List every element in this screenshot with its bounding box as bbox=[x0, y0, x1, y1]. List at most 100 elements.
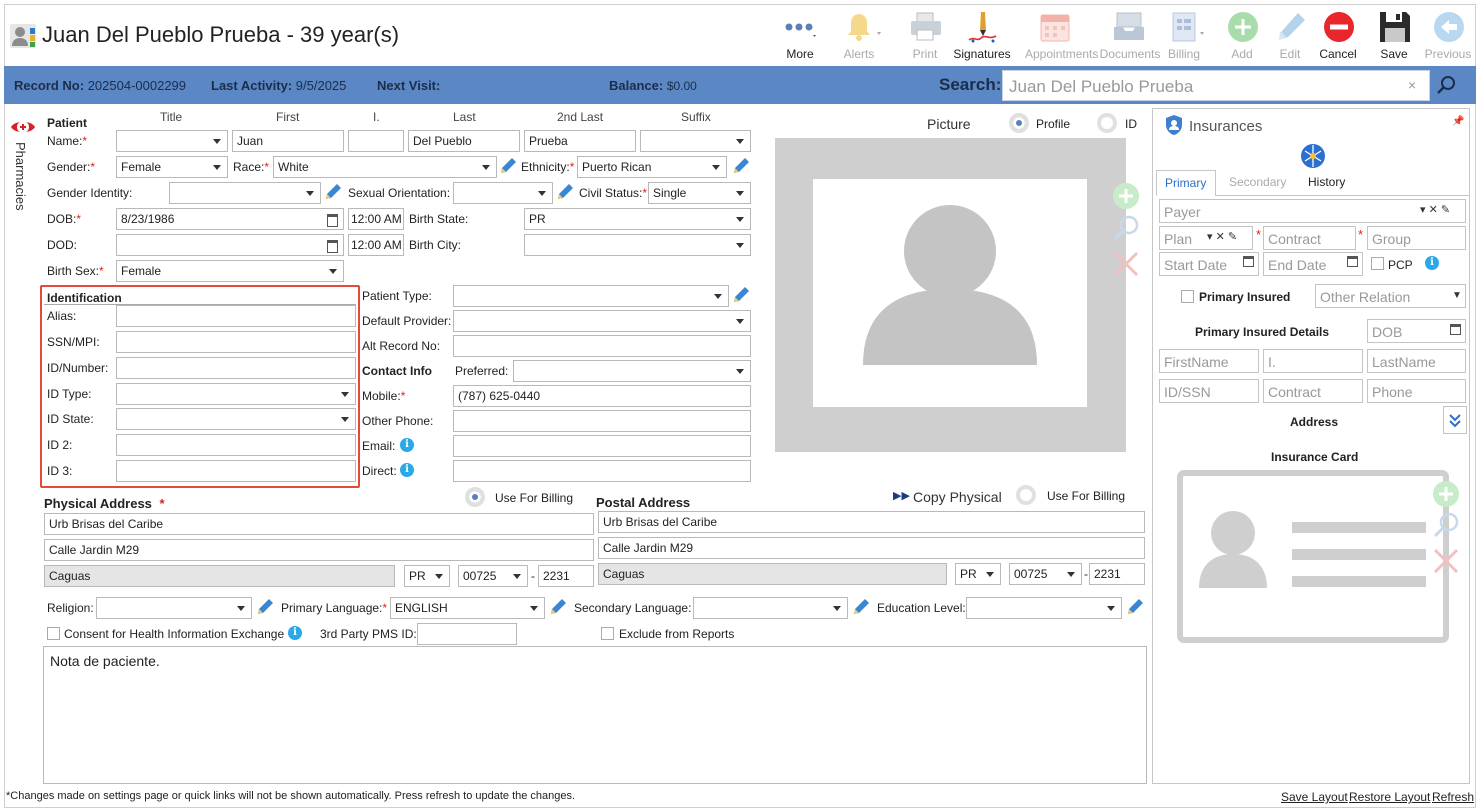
copy-physical-link[interactable]: Copy Physical bbox=[913, 489, 1002, 505]
birth-sex-select[interactable]: Female bbox=[116, 260, 344, 282]
print-button[interactable]: Print bbox=[896, 8, 954, 64]
start-date-calendar-icon[interactable] bbox=[1243, 256, 1254, 267]
pharmacies-side-tab[interactable]: Pharmacies bbox=[6, 112, 38, 232]
email-info-icon[interactable]: i bbox=[400, 438, 414, 452]
sexual-orientation-select[interactable] bbox=[453, 182, 553, 204]
physical-zip4-input[interactable]: 2231 bbox=[538, 565, 594, 587]
pcp-checkbox[interactable] bbox=[1371, 257, 1384, 270]
appointments-button[interactable]: Appointments bbox=[1025, 8, 1098, 64]
religion-select[interactable] bbox=[96, 597, 252, 619]
consent-checkbox[interactable] bbox=[47, 627, 60, 640]
physical-state-select[interactable]: PR bbox=[404, 565, 450, 587]
direct-info-icon[interactable]: i bbox=[400, 463, 414, 477]
card-zoom-icon[interactable] bbox=[1432, 511, 1460, 539]
postal-city-input[interactable]: Caguas bbox=[598, 563, 947, 585]
signatures-button[interactable]: Signatures bbox=[953, 8, 1011, 64]
education-level-edit-pencil-icon[interactable] bbox=[1126, 598, 1144, 616]
id3-input[interactable] bbox=[116, 460, 356, 482]
pin-icon[interactable]: 📌 bbox=[1452, 116, 1464, 127]
default-provider-select[interactable] bbox=[453, 310, 751, 332]
cancel-button[interactable]: Cancel bbox=[1309, 8, 1367, 64]
race-select[interactable]: White bbox=[273, 156, 497, 178]
id-type-select[interactable] bbox=[116, 383, 356, 405]
postal-line2-input[interactable]: Calle Jardin M29 bbox=[598, 537, 1145, 559]
second-last-name-input[interactable]: Prueba bbox=[524, 130, 636, 152]
profile-radio[interactable] bbox=[1009, 113, 1029, 133]
ssn-input[interactable] bbox=[116, 331, 356, 353]
gender-identity-edit-pencil-icon[interactable] bbox=[324, 183, 342, 201]
patient-type-edit-pencil-icon[interactable] bbox=[732, 286, 750, 304]
id2-input[interactable] bbox=[116, 434, 356, 456]
id-radio[interactable] bbox=[1097, 113, 1117, 133]
gender-select[interactable]: Female bbox=[116, 156, 228, 178]
mobile-input[interactable]: (787) 625-0440 bbox=[453, 385, 751, 407]
insured-lastname-input[interactable]: LastName bbox=[1367, 349, 1466, 373]
sexual-orientation-edit-pencil-icon[interactable] bbox=[556, 183, 574, 201]
other-relation-select[interactable]: Other Relation bbox=[1315, 284, 1466, 308]
search-input[interactable]: Juan Del Pueblo Prueba bbox=[1002, 70, 1430, 101]
race-edit-pencil-icon[interactable] bbox=[499, 157, 517, 175]
refresh-link[interactable]: Refresh bbox=[1432, 790, 1474, 804]
alt-record-input[interactable] bbox=[453, 335, 751, 357]
insured-firstname-input[interactable]: FirstName bbox=[1159, 349, 1259, 373]
patient-type-select[interactable] bbox=[453, 285, 729, 307]
suffix-select[interactable] bbox=[640, 130, 751, 152]
preferred-select[interactable] bbox=[513, 360, 751, 382]
education-level-select[interactable] bbox=[966, 597, 1122, 619]
ethnicity-select[interactable]: Puerto Rican bbox=[577, 156, 727, 178]
insured-phone-input[interactable]: Phone bbox=[1367, 379, 1466, 403]
insured-dob-calendar-icon[interactable] bbox=[1450, 324, 1461, 335]
gender-identity-select[interactable] bbox=[169, 182, 321, 204]
plan-select[interactable]: Plan bbox=[1159, 226, 1253, 250]
payer-controls-icon[interactable]: ▾ ✕ ✎ bbox=[1420, 203, 1450, 216]
tab-history[interactable]: History bbox=[1308, 175, 1345, 189]
tab-secondary[interactable]: Secondary bbox=[1229, 175, 1286, 189]
alerts-button[interactable]: Alerts bbox=[830, 8, 888, 64]
end-date-calendar-icon[interactable] bbox=[1347, 256, 1358, 267]
consent-info-icon[interactable]: i bbox=[288, 626, 302, 640]
postal-line1-input[interactable]: Urb Brisas del Caribe bbox=[598, 511, 1145, 533]
dob-date-input[interactable]: 8/23/1986 bbox=[116, 208, 344, 230]
insured-idssn-input[interactable]: ID/SSN bbox=[1159, 379, 1259, 403]
tab-primary[interactable]: Primary bbox=[1156, 170, 1216, 196]
primary-language-select[interactable]: ENGLISH bbox=[390, 597, 545, 619]
insured-initial-input[interactable]: I. bbox=[1263, 349, 1363, 373]
id-state-select[interactable] bbox=[116, 408, 356, 430]
plan-controls-icon[interactable]: ▾ ✕ ✎ bbox=[1207, 230, 1237, 243]
group-input[interactable]: Group bbox=[1367, 226, 1466, 250]
picture-zoom-icon[interactable] bbox=[1112, 214, 1140, 242]
postal-zip4-input[interactable]: 2231 bbox=[1089, 563, 1145, 585]
first-name-input[interactable]: Juan bbox=[232, 130, 344, 152]
exclude-reports-checkbox[interactable] bbox=[601, 627, 614, 640]
card-delete-icon[interactable] bbox=[1432, 547, 1460, 575]
save-button[interactable]: Save bbox=[1365, 8, 1423, 64]
card-add-icon[interactable] bbox=[1432, 480, 1460, 508]
more-button[interactable]: More bbox=[771, 8, 829, 64]
search-button[interactable] bbox=[1431, 70, 1461, 101]
pcp-info-icon[interactable]: i bbox=[1425, 256, 1439, 270]
ethnicity-edit-pencil-icon[interactable] bbox=[732, 157, 750, 175]
physical-city-input[interactable]: Caguas bbox=[44, 565, 395, 587]
primary-language-edit-pencil-icon[interactable] bbox=[549, 598, 567, 616]
dod-time-input[interactable]: 12:00 AM bbox=[348, 234, 404, 256]
address-expand-button[interactable] bbox=[1443, 406, 1467, 434]
alias-input[interactable] bbox=[116, 305, 356, 327]
initial-input[interactable] bbox=[348, 130, 404, 152]
documents-button[interactable]: Documents bbox=[1099, 8, 1161, 64]
religion-edit-pencil-icon[interactable] bbox=[256, 598, 274, 616]
physical-zip-select[interactable]: 00725 bbox=[458, 565, 528, 587]
last-name-input[interactable]: Del Pueblo bbox=[408, 130, 520, 152]
other-phone-input[interactable] bbox=[453, 410, 751, 432]
secondary-language-edit-pencil-icon[interactable] bbox=[852, 598, 870, 616]
secondary-language-select[interactable] bbox=[693, 597, 848, 619]
direct-input[interactable] bbox=[453, 460, 751, 482]
search-clear-icon[interactable]: × bbox=[1408, 77, 1416, 93]
physical-line1-input[interactable]: Urb Brisas del Caribe bbox=[44, 513, 594, 535]
billing-button[interactable]: Billing bbox=[1155, 8, 1213, 64]
id-number-input[interactable] bbox=[116, 357, 356, 379]
pms-id-input[interactable] bbox=[417, 623, 517, 645]
postal-use-billing-radio[interactable] bbox=[1016, 485, 1036, 505]
birth-city-select[interactable] bbox=[524, 234, 751, 256]
contract-input[interactable]: Contract bbox=[1263, 226, 1356, 250]
previous-button[interactable]: Previous bbox=[1419, 8, 1477, 64]
